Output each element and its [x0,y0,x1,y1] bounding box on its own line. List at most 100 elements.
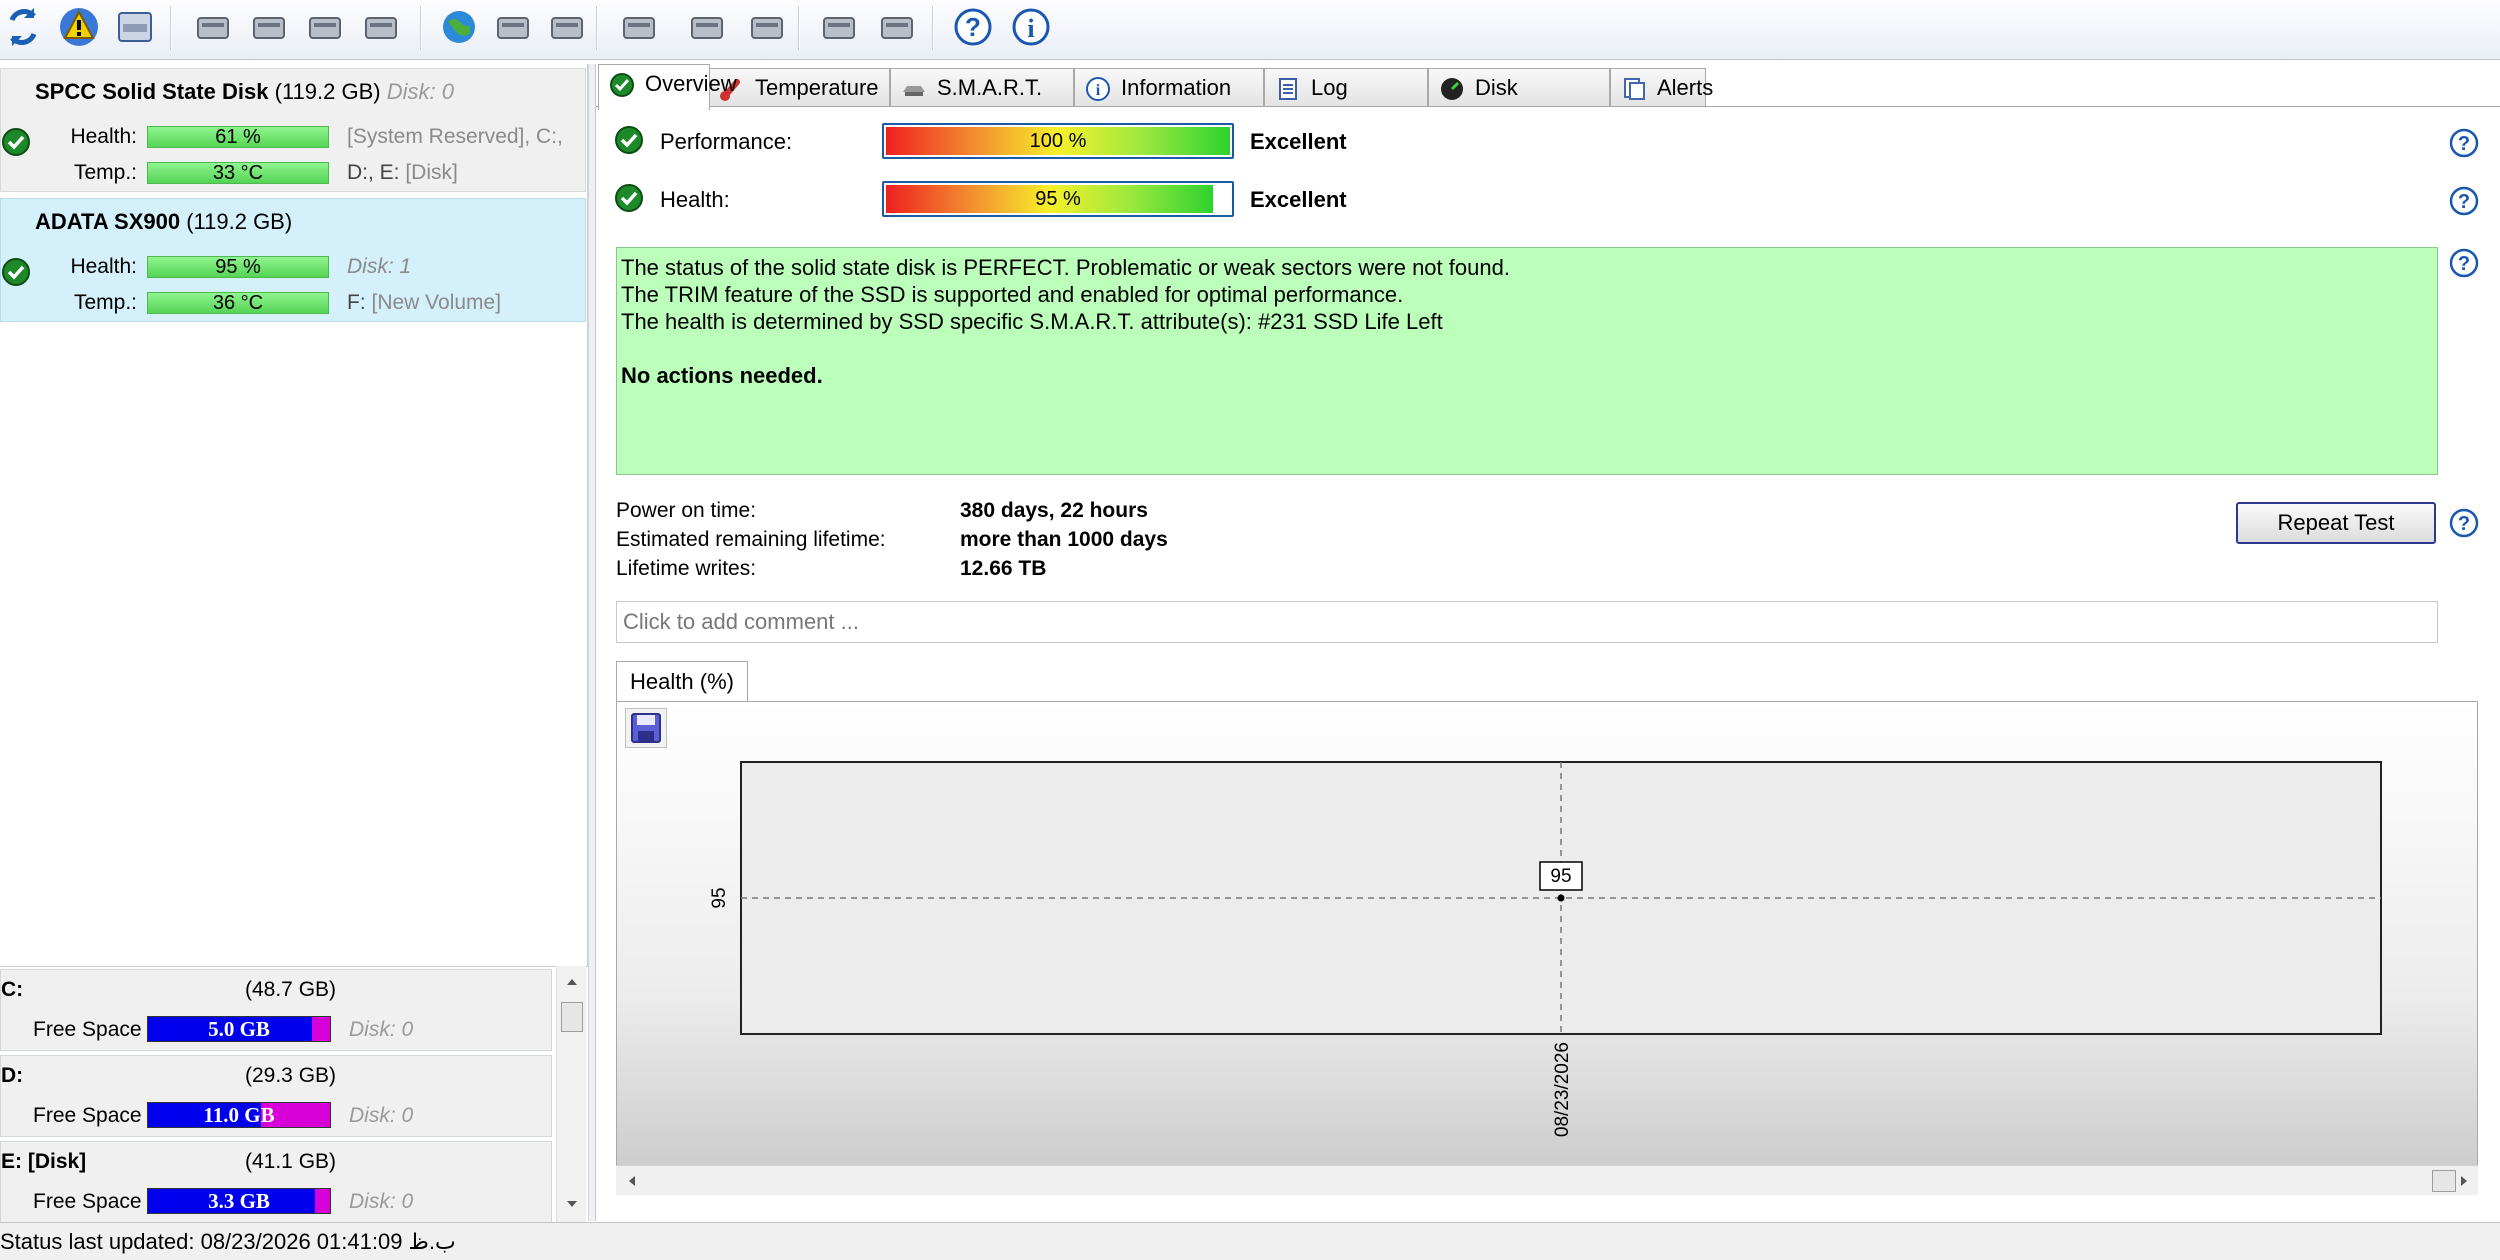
lifetime-writes-value: 12.66 TB [960,557,1047,580]
toolbar-separator [420,6,422,50]
svg-text:i: i [1096,82,1101,99]
globe-icon[interactable] [436,4,482,50]
free-space-label: Free Space [33,1104,142,1127]
scroll-right-icon[interactable] [2458,1174,2470,1188]
disk-title: ADATA SX900 (119.2 GB) [35,209,293,234]
refresh-icon[interactable] [0,4,46,50]
drive-size: (29.3 GB) [245,1064,337,1087]
free-space-bar: 11.0 GB [147,1102,331,1128]
tab-alerts[interactable]: Alerts [1610,68,1713,108]
free-space-bar: 3.3 GB [147,1188,331,1214]
disk-icon[interactable] [112,4,158,50]
status-bar: Status last updated: 08/23/2026 01:41:09… [0,1222,2500,1260]
drive-list-scrollbar[interactable] [556,966,586,1222]
toolbar-separator [596,6,598,50]
drive-letter: C: [1,978,24,1001]
performance-value: 100 % [1029,130,1087,152]
help-icon[interactable]: ? [2448,127,2480,159]
tab-label: Alerts [1657,75,1714,100]
health-bar: 95 % [147,256,329,278]
health-label: Health: [70,125,137,148]
performance-label: Performance: [660,129,793,154]
scroll-thumb[interactable] [561,1002,583,1032]
svg-text:?: ? [2458,191,2470,213]
temp-label: Temp.: [73,161,137,184]
toolbar-separator [170,6,172,50]
chart-scrollbar[interactable] [616,1165,2478,1195]
drive-disk-id: Disk: 0 [349,1018,414,1041]
status-line: The status of the solid state disk is PE… [621,255,1510,280]
scroll-up-icon[interactable] [564,976,580,988]
tab-overview[interactable]: Overview [598,64,737,110]
repeat-test-button[interactable]: Repeat Test [2236,502,2436,544]
drive-size: (41.1 GB) [245,1150,337,1173]
warning-icon[interactable] [56,4,102,50]
tab-log[interactable]: Log [1264,68,1428,108]
tab-bar: Overview Temperature S.M.A.R.T. i Informatio… [598,64,2500,138]
action-message: No actions needed. [621,363,823,388]
volume-list: F: [New Volume] [347,291,502,314]
toolbar: ? i [0,0,2500,60]
tab-health-percent[interactable]: Health (%) [616,661,748,701]
status-line: The TRIM feature of the SSD is supported… [621,282,1404,307]
performance-bar: 100 % [882,123,1234,159]
drive-icon[interactable] [544,4,590,50]
free-space-value: 11.0 GB [203,1103,275,1127]
power-on-label: Power on time: [616,499,757,522]
disk-search-icon[interactable] [358,4,404,50]
help-icon[interactable]: ? [2448,507,2480,539]
temp-bar: 36 °C [147,292,329,314]
tab-label: Information [1121,75,1232,100]
disk-item-adata[interactable]: ADATA SX900 (119.2 GB) Health: 95 % Disk… [0,198,586,322]
status-ok-icon [2,258,30,286]
data-point [1557,894,1565,902]
sync-icon[interactable] [684,4,730,50]
health-value: 95 % [1035,188,1081,210]
scroll-left-icon[interactable] [626,1174,638,1188]
network-icon[interactable] [744,4,790,50]
drive-item[interactable]: E: [Disk] (41.1 GB) Free Space 3.3 GB Disk: … [0,1141,552,1223]
disk-tool-3-icon[interactable] [302,4,348,50]
help-icon[interactable]: ? [950,4,996,50]
lifetime-writes-label: Lifetime writes: [616,557,757,580]
health-label: Health: [660,187,730,212]
disk-tool-2-icon[interactable] [246,4,292,50]
disk-item-spcc[interactable]: SPCC Solid State Disk (119.2 GB) Disk: 0… [0,68,586,192]
free-space-label: Free Space [33,1190,142,1213]
document-icon[interactable] [616,4,662,50]
status-line: The health is determined by SSD specific… [621,309,1443,334]
help-icon[interactable]: ? [2448,247,2480,279]
smart-icon [903,86,925,96]
tab-s-m-a-r-t[interactable]: S.M.A.R.T. [890,68,1074,108]
drive-size: (48.7 GB) [245,978,337,1001]
log-icon [1279,78,1297,100]
scroll-thumb[interactable] [2432,1170,2456,1192]
drive-disk-id: Disk: 0 [349,1190,414,1213]
svg-text:i: i [1027,14,1034,43]
tab-label: Log [1311,75,1348,100]
help-icon[interactable]: ? [2448,185,2480,217]
overview-panel: Performance: 100 % Excellent ? Health: 9… [596,106,2500,1223]
volume-list: [System Reserved], C:, [347,125,563,148]
tab-label: Overview [645,71,737,96]
tab-information[interactable]: i Information [1074,68,1264,108]
info-icon[interactable]: i [1008,4,1054,50]
speaker-icon[interactable] [874,4,920,50]
comment-field[interactable]: Click to add comment ... [616,601,2438,643]
drive-letter: D: [1,1064,24,1087]
disk-tool-1-icon[interactable] [190,4,236,50]
tab-label: Temperature [755,75,879,100]
pane-splitter[interactable] [588,64,596,1221]
drive-item[interactable]: C: (48.7 GB) Free Space 5.0 GB Disk: 0 [0,969,552,1051]
printer-icon[interactable] [490,4,536,50]
drive-item[interactable]: D: (29.3 GB) Free Space 11.0 GB Disk: 0 [0,1055,552,1137]
scroll-down-icon[interactable] [564,1198,580,1210]
health-bar: 61 % [147,126,329,148]
health-label: Health: [70,255,137,278]
monitor-icon[interactable] [816,4,862,50]
power-on-value: 380 days, 22 hours [960,499,1148,522]
free-space-bar: 5.0 GB [147,1016,331,1042]
health-ok-icon [615,184,643,212]
tab-disk-performance[interactable]: Disk Performance [1428,68,1610,138]
svg-text:?: ? [2458,133,2470,155]
